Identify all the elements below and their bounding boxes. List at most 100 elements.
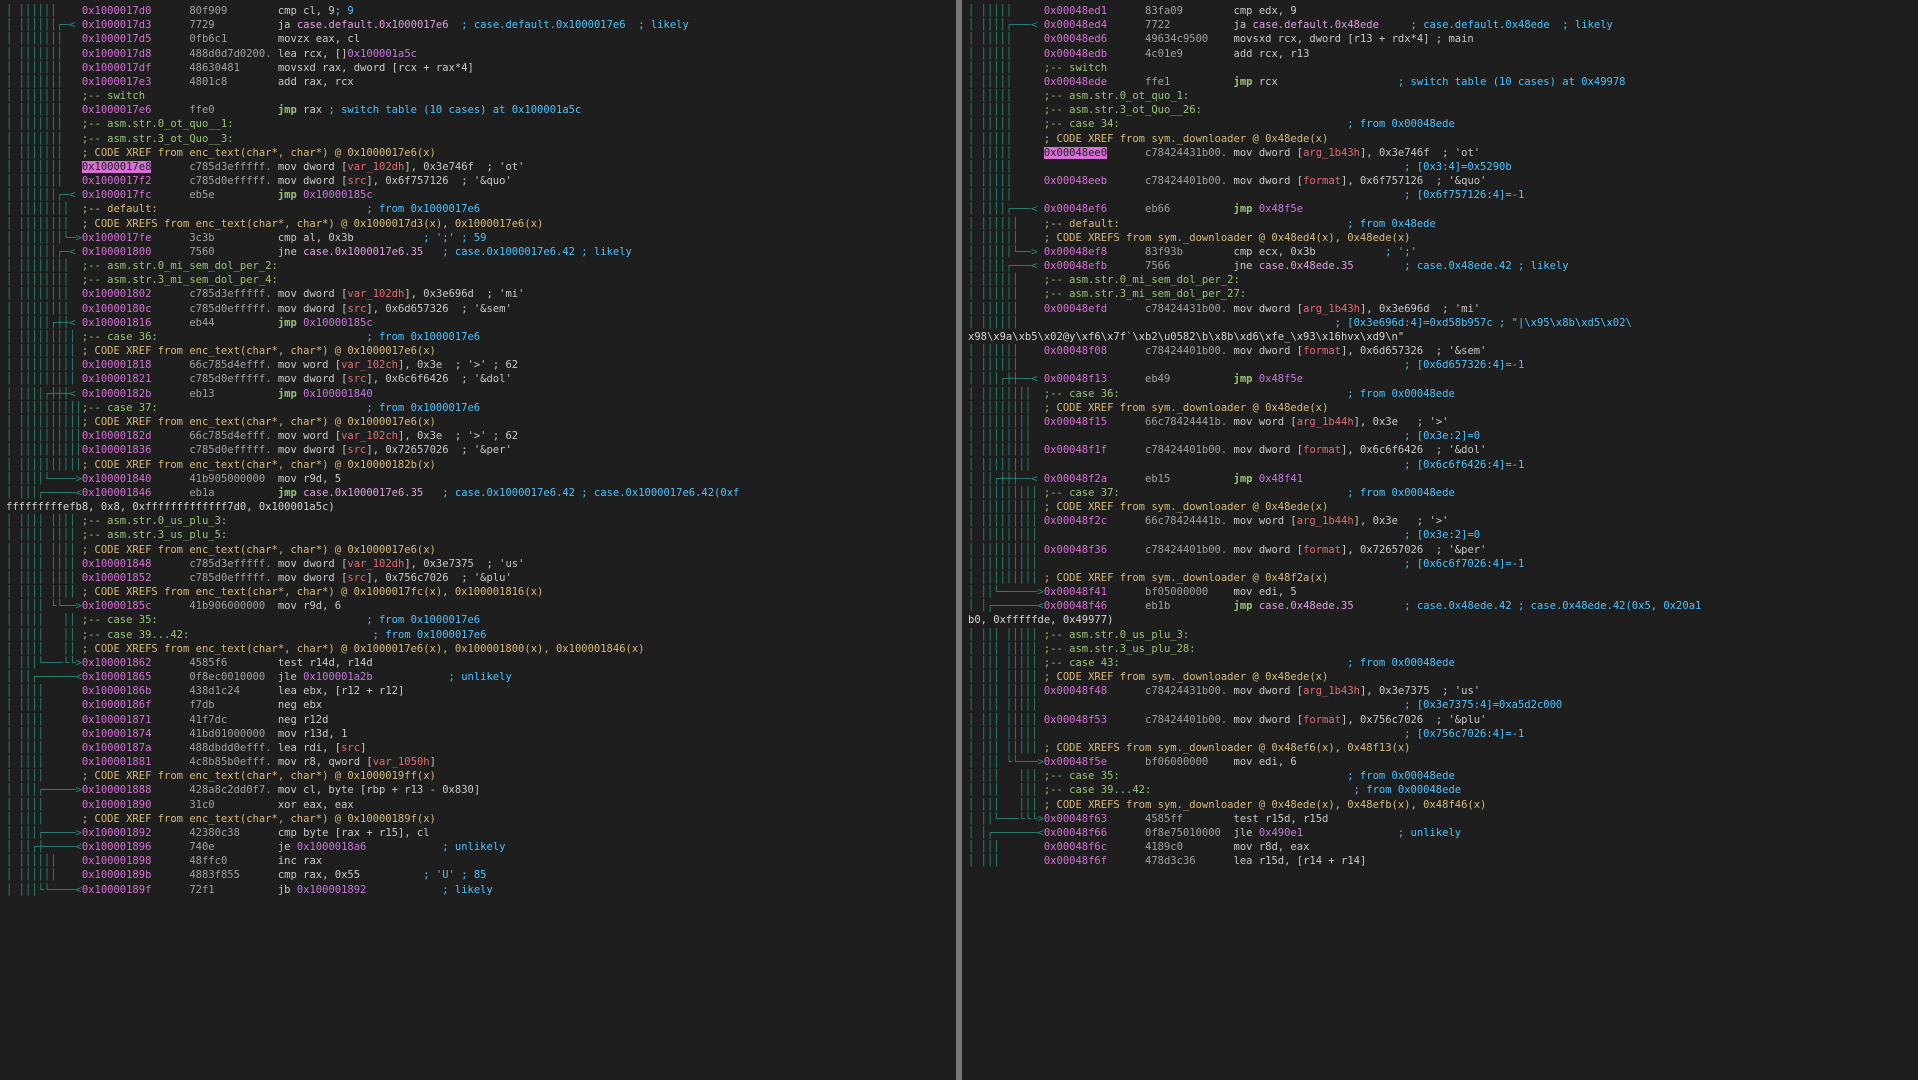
disasm-line[interactable]: fffffffffefb8, 0x8, 0xfffffffffffff7d0, …	[6, 500, 950, 514]
disasm-line[interactable]: │ ││││ ││││ ; CODE XREFS from enc_text(c…	[6, 585, 950, 599]
disasm-line[interactable]: │ │││ │││││ ;-- asm.str.0_us_plu_3:	[968, 628, 1912, 642]
disasm-line[interactable]: │ │││││ 0x00048ee0 c78424431b00. mov dwo…	[968, 146, 1912, 160]
disasm-line[interactable]: │ │││ │││││ ; [0x3e7375:4]=0xa5d2c000	[968, 698, 1912, 712]
disassembly-pane-right[interactable]: │ │││││ 0x00048ed1 83fa09 cmp edx, 9│ ││…	[962, 0, 1918, 1080]
disasm-line[interactable]: │ │││││││││ ;-- case 36: ; from 0x100001…	[6, 330, 950, 344]
disasm-line[interactable]: │ ││││┌───< 0x00048ef6 eb66 jmp 0x48f5e	[968, 202, 1912, 216]
disasm-line[interactable]: │ │││││ ; [0x6f757126:4]=-1	[968, 188, 1912, 202]
disasm-line[interactable]: │ ││││ ││ ; CODE XREFS from enc_text(cha…	[6, 642, 950, 656]
disasm-line[interactable]: │ ││││││ 0x1000017d0 80f909 cmp cl, 9; 9	[6, 4, 950, 18]
disasm-line[interactable]: │ │││││││││ ; CODE XREF from sym._downlo…	[968, 500, 1912, 514]
disasm-line[interactable]: │ │││┌─────>0x100001892 42380c38 cmp byt…	[6, 826, 950, 840]
disasm-line[interactable]: │ ││││ ││││ 0x100001848 c785d3efffff. mo…	[6, 557, 950, 571]
disasm-line[interactable]: │ │││││ 0x00048ed1 83fa09 cmp edx, 9	[968, 4, 1912, 18]
disasm-line[interactable]: │ ││││ ││││ 0x100001852 c785d0efffff. mo…	[6, 571, 950, 585]
disasm-line[interactable]: │ ││││└────>0x100001840 41b905000000 mov…	[6, 472, 950, 486]
disasm-line[interactable]: │ ││││││ ;-- default: ; from 0x48ede	[968, 217, 1912, 231]
disasm-line[interactable]: │ │││└└────<0x10000189f 72f1 jb 0x100001…	[6, 883, 950, 897]
disasm-line[interactable]: │ ││││││ ; [0x3e696d:4]=0xd58b957c ; "|\…	[968, 316, 1912, 330]
disasm-line[interactable]: │ │││││││││ ; [0x6c6f7026:4]=-1	[968, 557, 1912, 571]
disasm-line[interactable]: │ │││││││└─>0x1000017fe 3c3b cmp al, 0x3…	[6, 231, 950, 245]
disasm-line[interactable]: │ ││││││││ ; [0x3e:2]=0	[968, 429, 1912, 443]
disasm-line[interactable]: │ ││││││││ ; [0x6c6f6426:4]=-1	[968, 458, 1912, 472]
disasm-line[interactable]: │ │││ │││││ ; [0x756c7026:4]=-1	[968, 727, 1912, 741]
disasm-line[interactable]: │ ││││││││ 0x00048f15 66c78424441b. mov …	[968, 415, 1912, 429]
disasm-line[interactable]: │ │││││└──> 0x00048ef8 83f93b cmp ecx, 0…	[968, 245, 1912, 259]
disasm-line[interactable]: │ ││┌──────<0x100001865 0f8ec0010000 jle…	[6, 670, 950, 684]
disasm-line[interactable]: │ ││││││││ 0x10000180c c785d0efffff. mov…	[6, 302, 950, 316]
disasm-line[interactable]: │ │││││││ 0x1000017d5 0fb6c1 movzx eax, …	[6, 32, 950, 46]
disasm-line[interactable]: │ │││ └└───>0x00048f5e bf06000000 mov ed…	[968, 755, 1912, 769]
disasm-line[interactable]: │ │││ │││││ ; CODE XREFS from sym._downl…	[968, 741, 1912, 755]
disasm-line[interactable]: │ │││││ 0x00048edb 4c01e9 add rcx, r13	[968, 47, 1912, 61]
disasm-line[interactable]: │ ││││││││││0x10000182d 66c785d4efff. mo…	[6, 429, 950, 443]
disasm-line[interactable]: │ ││││││ ;-- asm.str.3_mi_sem_dol_per_27…	[968, 287, 1912, 301]
disasm-line[interactable]: │ ││││ ││││ ; CODE XREF from enc_text(ch…	[6, 543, 950, 557]
disasm-line[interactable]: │ ││││││ 0x00048f08 c78424401b00. mov dw…	[968, 344, 1912, 358]
disasm-line[interactable]: │ ││││ ││││ ;-- asm.str.3_us_plu_5:	[6, 528, 950, 542]
disasm-line[interactable]: │ │││││││ ;-- switch	[6, 89, 950, 103]
disasm-line[interactable]: b0, 0xfffffde, 0x49977)	[968, 613, 1912, 627]
disasm-line[interactable]: │ ││││ ; CODE XREF from enc_text(char*, …	[6, 769, 950, 783]
disasm-line[interactable]: │ ││││││││ ; CODE XREFS from enc_text(ch…	[6, 217, 950, 231]
disasm-line[interactable]: │ ││││ 0x100001890 31c0 xor eax, eax	[6, 798, 950, 812]
disasm-line[interactable]: │ │┌───────<0x00048f66 0f8e75010000 jle …	[968, 826, 1912, 840]
disasm-line[interactable]: │ │││││ ;-- case 34: ; from 0x00048ede	[968, 117, 1912, 131]
disasm-line[interactable]: │ ││││ 0x100001874 41bd01000000 mov r13d…	[6, 727, 950, 741]
disasm-line[interactable]: │ ││││ ││ ;-- case 39...42: ; from 0x100…	[6, 628, 950, 642]
disasm-line[interactable]: │ │││┌─────<0x100001846 eb1a jmp case.0x…	[6, 486, 950, 500]
disasm-line[interactable]: │ ││││ ││││ ;-- asm.str.0_us_plu_3:	[6, 514, 950, 528]
disasm-line[interactable]: │ ││││ 0x100001881 4c8b85b0efff. mov r8,…	[6, 755, 950, 769]
disasm-line[interactable]: │ │││││ 0x00048eeb c78424401b00. mov dwo…	[968, 174, 1912, 188]
disasm-line[interactable]: │ ││││││ 0x100001898 48ffc0 inc rax	[6, 854, 950, 868]
disasm-line[interactable]: │ │││ │││││ 0x00048f48 c78424431b00. mov…	[968, 684, 1912, 698]
disasm-line[interactable]: │ ││││││││││0x100001836 c785d0efffff. mo…	[6, 443, 950, 457]
disasm-line[interactable]: │ ││││││┌─< 0x1000017fc eb5e jmp 0x10000…	[6, 188, 950, 202]
disasm-line[interactable]: │ │││││││││ ;-- case 37: ; from 0x00048e…	[968, 486, 1912, 500]
disasm-line[interactable]: │ ││││││ 0x00048efd c78424431b00. mov dw…	[968, 302, 1912, 316]
disasm-line[interactable]: │ ││││ 0x10000186b 438d1c24 lea ebx, [r1…	[6, 684, 950, 698]
disasm-line[interactable]: │ ││││┌───< 0x00048efb 7566 jne case.0x4…	[968, 259, 1912, 273]
disasm-line[interactable]: │ │││ 0x00048f6f 478d3c36 lea r15d, [r14…	[968, 854, 1912, 868]
disasm-line[interactable]: │ ││││ ; CODE XREF from enc_text(char*, …	[6, 812, 950, 826]
disasm-line[interactable]: │ │││││││ 0x1000017e8 c785d3efffff. mov …	[6, 160, 950, 174]
disasm-line[interactable]: x98\x9a\xb5\x02@y\xf6\x7f`\xb2\u0582\b\x…	[968, 330, 1912, 344]
disasm-line[interactable]: │ │││ │││││ ; CODE XREF from sym._downlo…	[968, 670, 1912, 684]
disasm-line[interactable]: │ │││ │││││ ;-- asm.str.3_us_plu_28:	[968, 642, 1912, 656]
disasm-line[interactable]: │ │││││││││ ; CODE XREF from enc_text(ch…	[6, 344, 950, 358]
disasm-line[interactable]: │ ││└──────>0x00048f41 bf05000000 mov ed…	[968, 585, 1912, 599]
disasm-line[interactable]: │ ││││ 0x100001871 41f7dc neg r12d	[6, 713, 950, 727]
disasm-line[interactable]: │ ││││││││ ;-- case 36: ; from 0x00048ed…	[968, 387, 1912, 401]
disasm-line[interactable]: │ │││││││ ; CODE XREF from enc_text(char…	[6, 146, 950, 160]
disasm-line[interactable]: │ ││││││││││;-- case 37: ; from 0x100001…	[6, 401, 950, 415]
disasm-line[interactable]: │ ││┌┼─────<0x100001896 740e je 0x100001…	[6, 840, 950, 854]
disasm-line[interactable]: │ │││││││││ ; CODE XREF from sym._downlo…	[968, 571, 1912, 585]
disasm-line[interactable]: │ ││││││┌─< 0x1000017d3 7729 ja case.def…	[6, 18, 950, 32]
disasm-line[interactable]: │ │││││ ;-- switch	[968, 61, 1912, 75]
disasm-line[interactable]: │ │││││││ 0x1000017f2 c785d0efffff. mov …	[6, 174, 950, 188]
disasm-line[interactable]: │ │││└───└└>0x100001862 4585f6 test r14d…	[6, 656, 950, 670]
disasm-line[interactable]: │ ││││││ ; CODE XREFS from sym._download…	[968, 231, 1912, 245]
disasm-line[interactable]: │ │││││ 0x00048ede ffe1 jmp rcx ; switch…	[968, 75, 1912, 89]
disasm-line[interactable]: │ ││││││││ ;-- asm.str.3_mi_sem_dol_per_…	[6, 273, 950, 287]
disasm-line[interactable]: │ ││││ ││ ;-- case 35: ; from 0x1000017e…	[6, 613, 950, 627]
disasm-line[interactable]: │ ││││││││ ;-- asm.str.0_mi_sem_dol_per_…	[6, 259, 950, 273]
disasm-line[interactable]: │ │││ │││ ;-- case 35: ; from 0x00048ede	[968, 769, 1912, 783]
disasm-line[interactable]: │ │││││ ;-- asm.str.0_ot_quo_1:	[968, 89, 1912, 103]
disasm-line[interactable]: │ │││││││ ;-- asm.str.3_ot_Quo__3:	[6, 132, 950, 146]
disasm-line[interactable]: │ │││││┌┼┼< 0x100001816 eb44 jmp 0x10000…	[6, 316, 950, 330]
disasm-line[interactable]: │ │││││││││ ; [0x3e:2]=0	[968, 528, 1912, 542]
disasm-line[interactable]: │ ││││││┌─< 0x100001800 7560 jne case.0x…	[6, 245, 950, 259]
disasm-line[interactable]: │ │││││││ 0x1000017e6 ffe0 jmp rax ; swi…	[6, 103, 950, 117]
disasm-line[interactable]: │ │││││││││ 0x00048f36 c78424401b00. mov…	[968, 543, 1912, 557]
disasm-line[interactable]: │ ││││┌┼┼┼< 0x10000182b eb13 jmp 0x10000…	[6, 387, 950, 401]
disasm-line[interactable]: │ ││││││ ; [0x6d657326:4]=-1	[968, 358, 1912, 372]
disasm-line[interactable]: │ ││││ 0x10000186f f7db neg ebx	[6, 698, 950, 712]
disasm-line[interactable]: │ │││ 0x00048f6c 4189c0 mov r8d, eax	[968, 840, 1912, 854]
disasm-line[interactable]: │ ││││││││││; CODE XREF from enc_text(ch…	[6, 458, 950, 472]
disasm-line[interactable]: │ ││││┌───< 0x00048ed4 7722 ja case.defa…	[968, 18, 1912, 32]
disasm-line[interactable]: │ ││││││││ 0x100001802 c785d3efffff. mov…	[6, 287, 950, 301]
disasm-line[interactable]: │ │││││ ;-- asm.str.3_ot_Quo__26:	[968, 103, 1912, 117]
disasm-line[interactable]: │ │││││││ 0x1000017e3 4801c8 add rax, rc…	[6, 75, 950, 89]
disasm-line[interactable]: │ │││││││ ;-- asm.str.0_ot_quo__1:	[6, 117, 950, 131]
